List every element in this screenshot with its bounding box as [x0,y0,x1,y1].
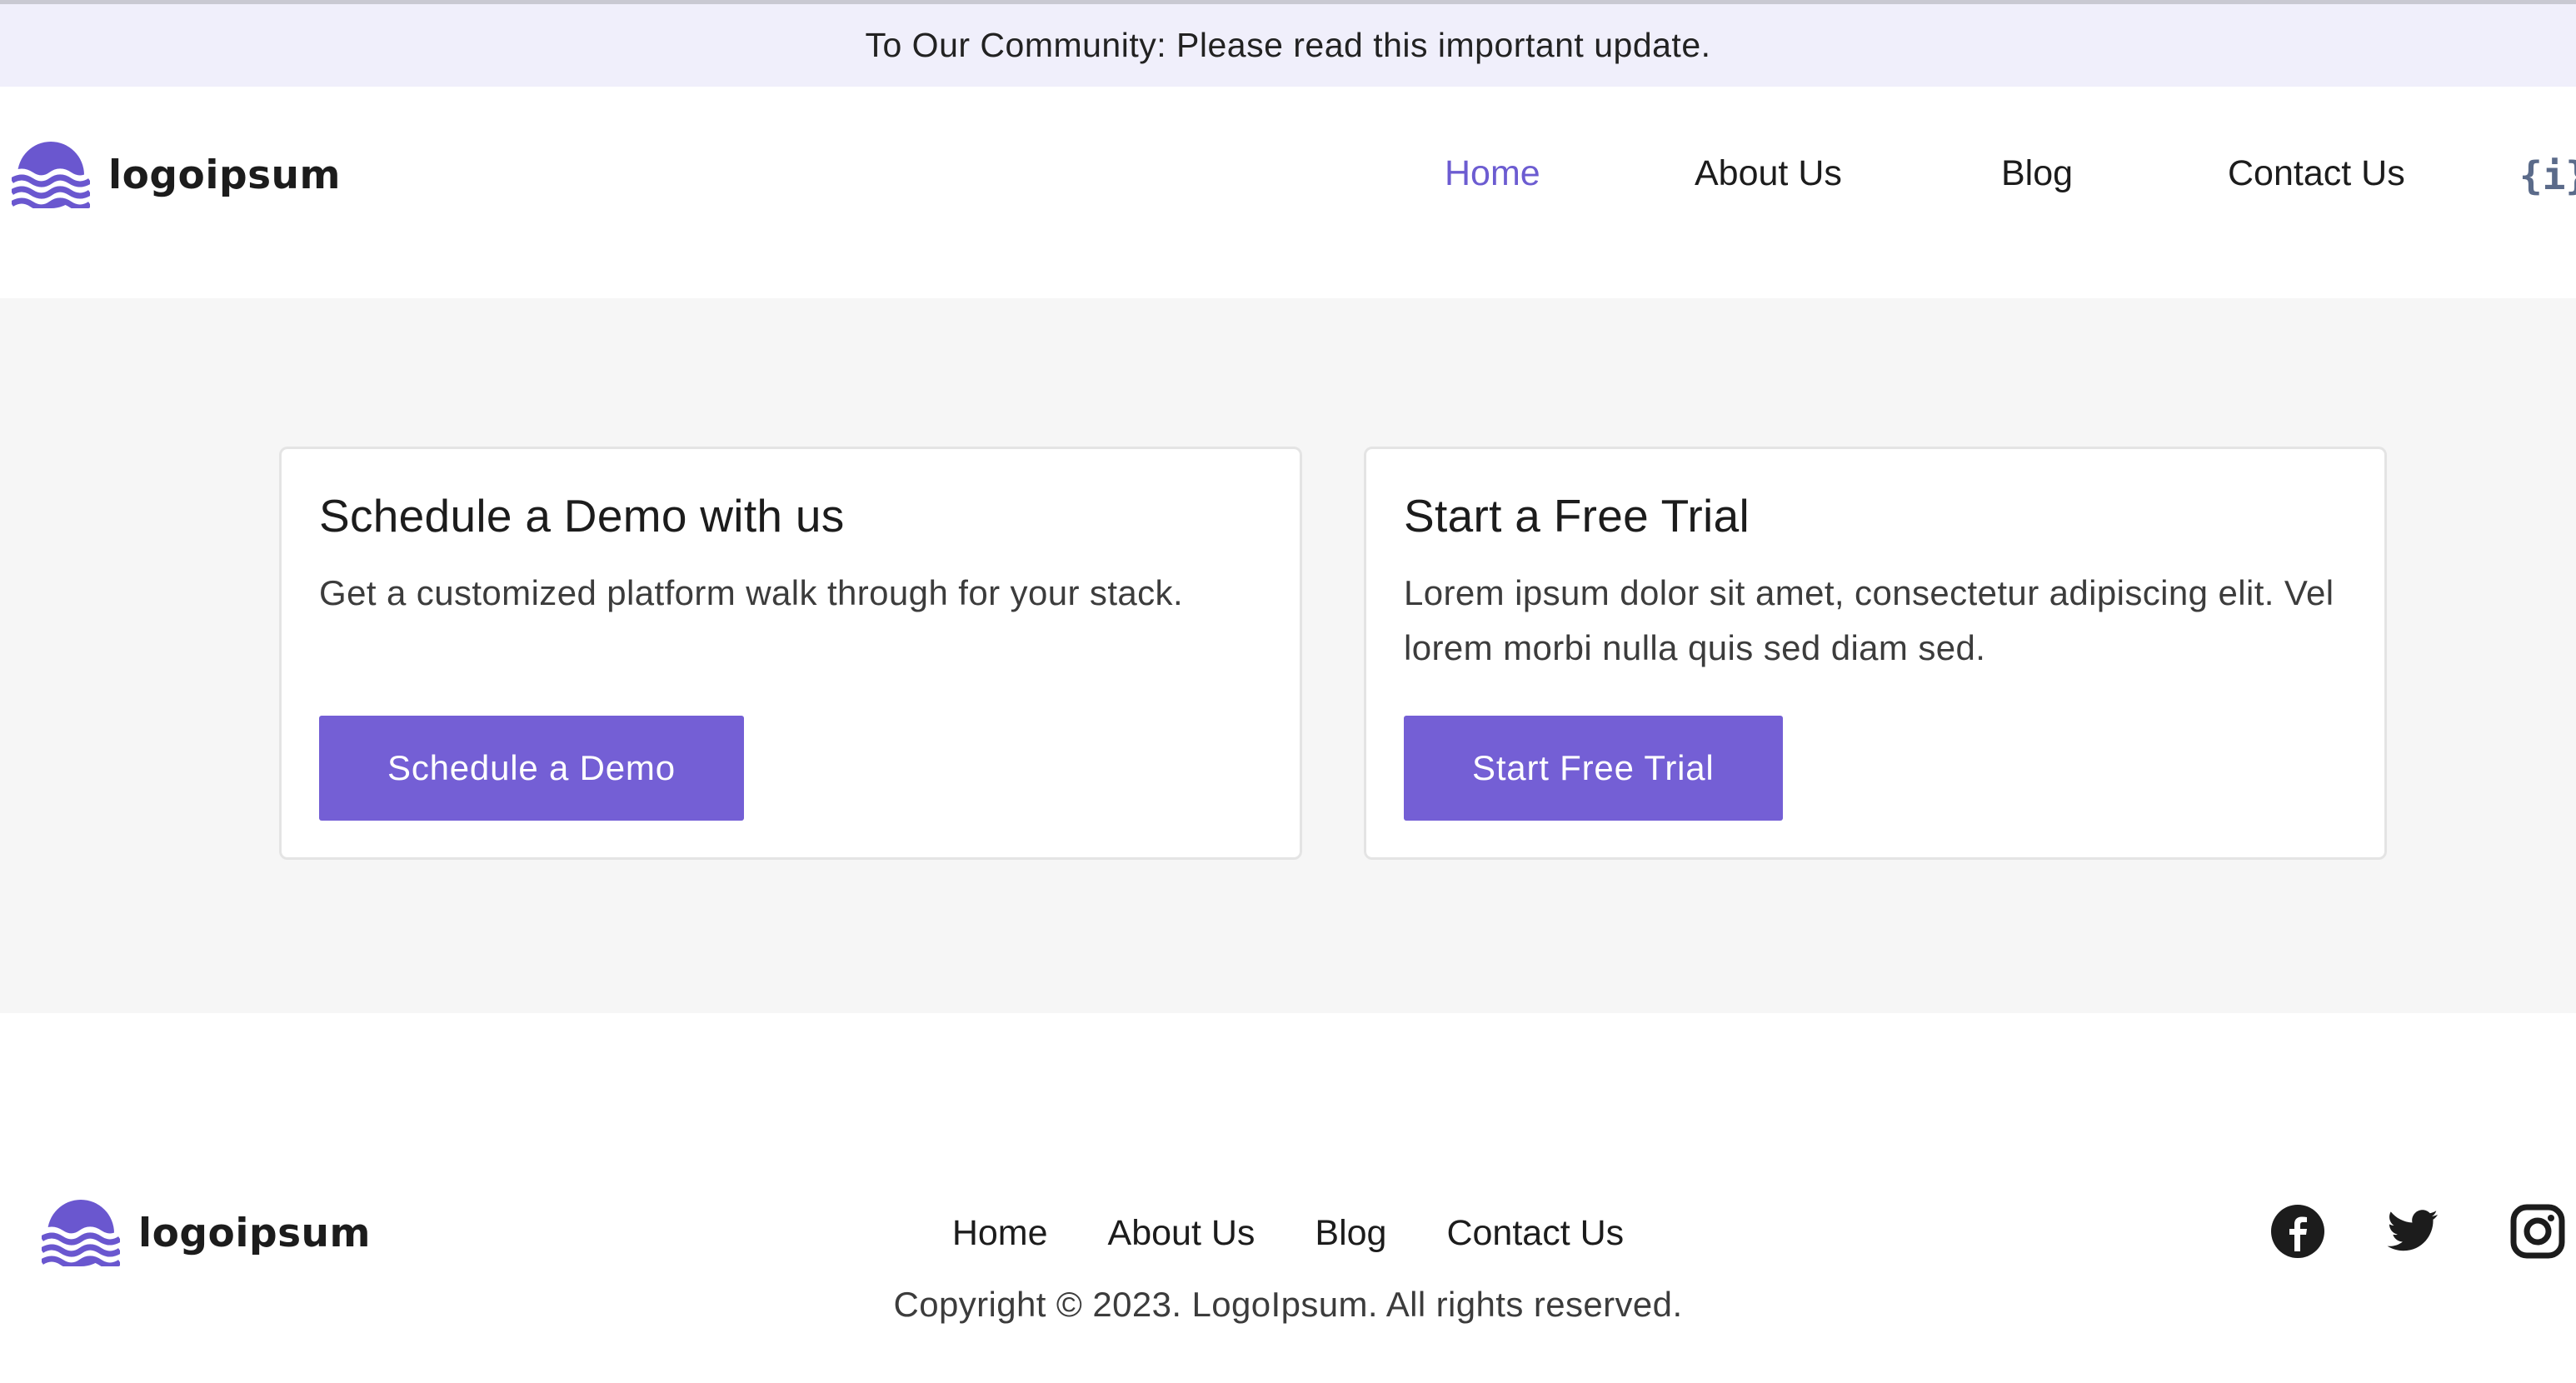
nav-contact-us[interactable]: Contact Us [2228,153,2405,194]
cta-section: Schedule a Demo with us Get a customized… [0,298,2576,1013]
trial-card-text: Lorem ipsum dolor sit amet, consectetur … [1404,573,2334,667]
instagram-icon[interactable] [2509,1203,2566,1260]
footer-nav-about-us[interactable]: About Us [1108,1213,1256,1254]
announcement-text[interactable]: To Our Community: Please read this impor… [865,26,1710,65]
demo-card-title: Schedule a Demo with us [319,490,845,542]
site-footer: logoipsum Home About Us Blog Contact Us … [0,1013,2576,1383]
announcement-bar[interactable]: To Our Community: Please read this impor… [0,0,2576,87]
schedule-demo-button[interactable]: Schedule a Demo [319,716,744,821]
footer-nav-blog[interactable]: Blog [1315,1213,1386,1254]
demo-card-text: Get a customized platform walk through f… [319,573,1184,612]
header-logo[interactable]: logoipsum [12,142,341,208]
code-braces-icon[interactable]: {i} [2519,153,2576,198]
footer-nav-contact-us[interactable]: Contact Us [1446,1213,1624,1254]
footer-nav-home[interactable]: Home [952,1213,1048,1254]
nav-blog[interactable]: Blog [2001,153,2073,194]
logo-wordmark: logoipsum [108,152,341,198]
wave-sun-logo-icon [12,142,90,208]
footer-nav: Home About Us Blog Contact Us [0,1213,2576,1254]
twitter-icon[interactable] [2384,1203,2441,1260]
nav-about-us[interactable]: About Us [1695,153,1842,194]
demo-card: Schedule a Demo with us Get a customized… [279,447,1302,860]
facebook-icon[interactable] [2269,1203,2326,1260]
copyright-text: Copyright © 2023. LogoIpsum. All rights … [893,1285,1683,1324]
trial-card-title: Start a Free Trial [1404,490,1750,542]
start-free-trial-button[interactable]: Start Free Trial [1404,716,1783,821]
nav-home[interactable]: Home [1445,153,1540,194]
site-header: logoipsum Home About Us Blog Contact Us … [0,87,2576,298]
trial-card: Start a Free Trial Lorem ipsum dolor sit… [1364,447,2387,860]
